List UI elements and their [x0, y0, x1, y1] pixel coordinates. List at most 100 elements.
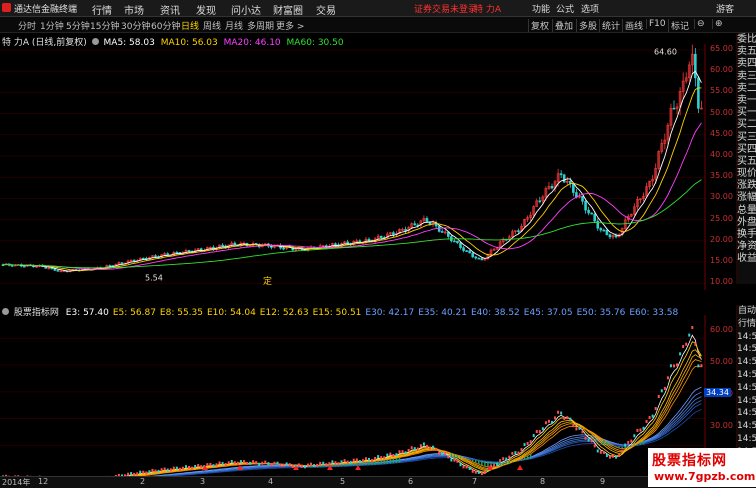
quote-side-item[interactable]: 卖三	[737, 71, 756, 83]
sub-candle	[417, 448, 419, 451]
zoom-in-icon[interactable]: ⊕	[712, 19, 725, 29]
quote-side-item[interactable]: 卖二	[737, 83, 756, 95]
tick-side-item[interactable]: 14:55	[737, 382, 756, 395]
period-tab-day[interactable]: 日线	[181, 19, 199, 32]
candle-body	[51, 268, 53, 269]
zoom-out-icon[interactable]: ⊖	[694, 19, 707, 29]
quote-side-item[interactable]: 涨幅	[737, 192, 756, 204]
candle-body	[57, 270, 59, 271]
period-tab-15min[interactable]: 15分钟	[90, 19, 119, 32]
quote-side-item[interactable]: 买四	[737, 144, 756, 156]
period-tab-30min[interactable]: 30分钟	[121, 19, 150, 32]
candle-body	[582, 196, 584, 201]
quote-side-item[interactable]: 净资	[737, 241, 756, 253]
menu-item-caifuquan[interactable]: 财富圈	[273, 2, 303, 17]
quote-side-item[interactable]: 买三	[737, 132, 756, 144]
quote-side-item[interactable]: 外盘	[737, 217, 756, 229]
candle-body	[23, 266, 25, 267]
sub-candle	[261, 462, 263, 465]
sub-candle	[463, 465, 465, 468]
candle-body	[563, 175, 565, 182]
menu-item-gongshi[interactable]: 公式	[556, 2, 574, 15]
period-tab-week[interactable]: 周线	[203, 19, 221, 32]
quote-side-item[interactable]: 收益	[737, 253, 756, 265]
tick-side-item[interactable]: 14:55	[737, 343, 756, 356]
menu-item-zixun[interactable]: 资讯	[160, 2, 180, 17]
quote-side-item[interactable]: 换手	[737, 229, 756, 241]
quote-side-item[interactable]: 总量	[737, 205, 756, 217]
candle-body	[572, 183, 574, 192]
indicator-chart[interactable]	[0, 315, 706, 476]
sub-candle	[673, 364, 675, 367]
sub-candle	[582, 430, 584, 433]
candle-body	[234, 243, 236, 245]
menu-item-jiaoyi[interactable]: 交易	[316, 2, 336, 17]
tick-side-item[interactable]: 14:55	[737, 356, 756, 369]
tick-side-item[interactable]: 自动	[737, 305, 756, 318]
sub-candle	[219, 461, 221, 464]
candle-body	[478, 258, 480, 259]
menu-item-faxian[interactable]: 发现	[196, 2, 216, 17]
menu-item-xuanxiang[interactable]: 选项	[581, 2, 599, 15]
period-tab-more[interactable]: 更多 >	[276, 19, 304, 32]
quote-side-item[interactable]: 卖五	[737, 46, 756, 58]
quote-side-item[interactable]: 买五	[737, 156, 756, 168]
sub-candle	[517, 452, 519, 455]
quote-side-item[interactable]: 买二	[737, 119, 756, 131]
sub-candle	[338, 462, 340, 465]
toolbar-fuquan-button[interactable]: 复权	[528, 19, 551, 32]
quote-side-item[interactable]: 委比	[737, 34, 756, 46]
toolbar-f10-button[interactable]: F10	[646, 19, 668, 29]
login-warning[interactable]: 证券交易未登录	[414, 2, 477, 15]
quote-side-item[interactable]: 卖一	[737, 95, 756, 107]
quote-side-column[interactable]: 委比卖五卖四卖三卖二卖一买一买二买三买四买五现价涨跌涨幅总量外盘换手净资收益	[736, 34, 756, 284]
tick-side-item[interactable]: 14:55	[737, 331, 756, 344]
toolbar-duogu-button[interactable]: 多股	[576, 19, 599, 32]
period-tab-multi[interactable]: 多周期	[247, 19, 274, 32]
candle-body	[481, 258, 483, 260]
price-tick: 20.00	[710, 235, 733, 244]
sub-candle	[362, 459, 364, 462]
sub-candle	[496, 463, 498, 466]
sub-candle	[472, 470, 474, 473]
sub-candle	[408, 449, 410, 452]
candle-body	[673, 108, 675, 109]
sub-candle	[569, 418, 571, 421]
toolbar-huaxian-button[interactable]: 画线	[622, 19, 645, 32]
tick-side-item[interactable]: 14:55	[737, 369, 756, 382]
menu-item-wenxiaoda[interactable]: 问小达	[231, 2, 261, 17]
quote-side-item[interactable]: 买一	[737, 107, 756, 119]
tick-side-item[interactable]: 行情	[737, 318, 756, 331]
period-tab-fenshi[interactable]: 分时	[18, 19, 36, 32]
sub-candle	[627, 441, 629, 444]
period-tab-month[interactable]: 月线	[225, 19, 243, 32]
toolbar-tongji-button[interactable]: 统计	[599, 19, 622, 32]
sub-candle	[649, 416, 651, 419]
event-marker[interactable]: 定	[263, 275, 272, 287]
sub-candle	[322, 462, 324, 465]
tick-side-item[interactable]: 14:55	[737, 433, 756, 446]
quote-side-item[interactable]: 现价	[737, 168, 756, 180]
sub-candle	[484, 471, 486, 474]
menu-item-gongneng[interactable]: 功能	[532, 2, 550, 15]
menu-item-youke[interactable]: 游客	[716, 2, 734, 15]
toolbar-biaoji-button[interactable]: 标记	[668, 19, 691, 32]
menu-item-hangqing[interactable]: 行情	[92, 2, 112, 17]
menu-item-shichang[interactable]: 市场	[124, 2, 144, 17]
quote-side-item[interactable]: 涨跌	[737, 180, 756, 192]
settings-icon[interactable]	[2, 308, 9, 315]
period-tab-5min[interactable]: 5分钟	[66, 19, 90, 32]
candle-body	[591, 213, 593, 214]
sub-candle	[270, 463, 272, 466]
toolbar-diejia-button[interactable]: 叠加	[552, 19, 575, 32]
tick-side-item[interactable]: 14:55	[737, 395, 756, 408]
period-tab-1min[interactable]: 1分钟	[40, 19, 64, 32]
candlestick-chart[interactable]: 64.605.54定	[0, 44, 706, 290]
ema-fast-line	[3, 360, 701, 476]
sub-candle	[188, 466, 190, 469]
tick-side-item[interactable]: 14:55	[737, 420, 756, 433]
tick-side-item[interactable]: 14:55	[737, 407, 756, 420]
period-tab-60min[interactable]: 60分钟	[151, 19, 180, 32]
sub-candle	[206, 463, 208, 466]
quote-side-item[interactable]: 卖四	[737, 58, 756, 70]
